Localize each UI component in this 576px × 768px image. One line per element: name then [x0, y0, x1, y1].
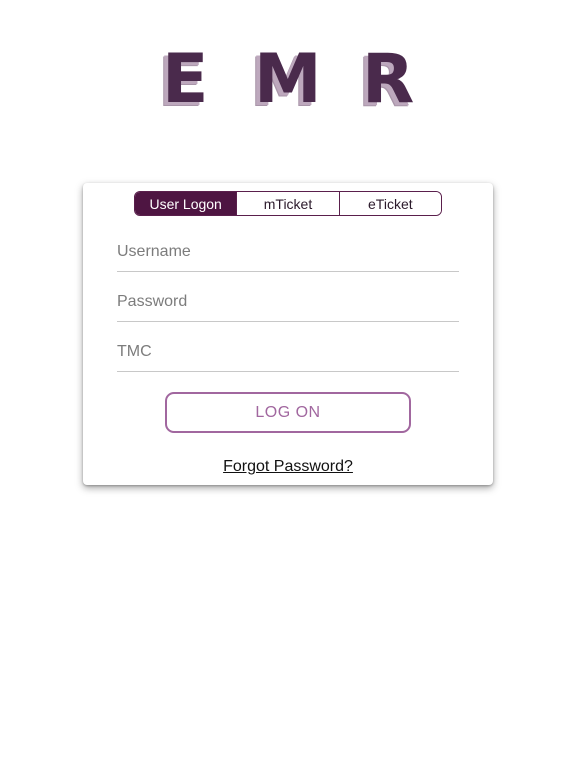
password-field-container	[117, 282, 459, 322]
logo-letter-m: M	[254, 40, 322, 119]
log-on-button[interactable]: LOG ON	[165, 392, 411, 433]
logo-letter-r: R	[362, 40, 415, 119]
tab-mticket[interactable]: mTicket	[236, 192, 339, 215]
username-field-container	[117, 232, 459, 272]
forgot-password-link[interactable]: Forgot Password?	[83, 458, 493, 476]
tab-user-logon[interactable]: User Logon	[135, 192, 237, 215]
username-input[interactable]	[117, 232, 459, 271]
tmc-input[interactable]	[117, 332, 459, 371]
logo-letter-e: E	[162, 40, 209, 119]
password-input[interactable]	[117, 282, 459, 321]
tmc-field-container	[117, 332, 459, 372]
logon-type-tabs: User Logon mTicket eTicket	[134, 191, 442, 216]
login-page: E M R User Logon mTicket eTicket LOG ON …	[0, 0, 576, 768]
tab-eticket[interactable]: eTicket	[338, 192, 441, 215]
emr-logo: E M R	[150, 44, 430, 116]
login-card: User Logon mTicket eTicket LOG ON Forgot…	[83, 183, 493, 485]
